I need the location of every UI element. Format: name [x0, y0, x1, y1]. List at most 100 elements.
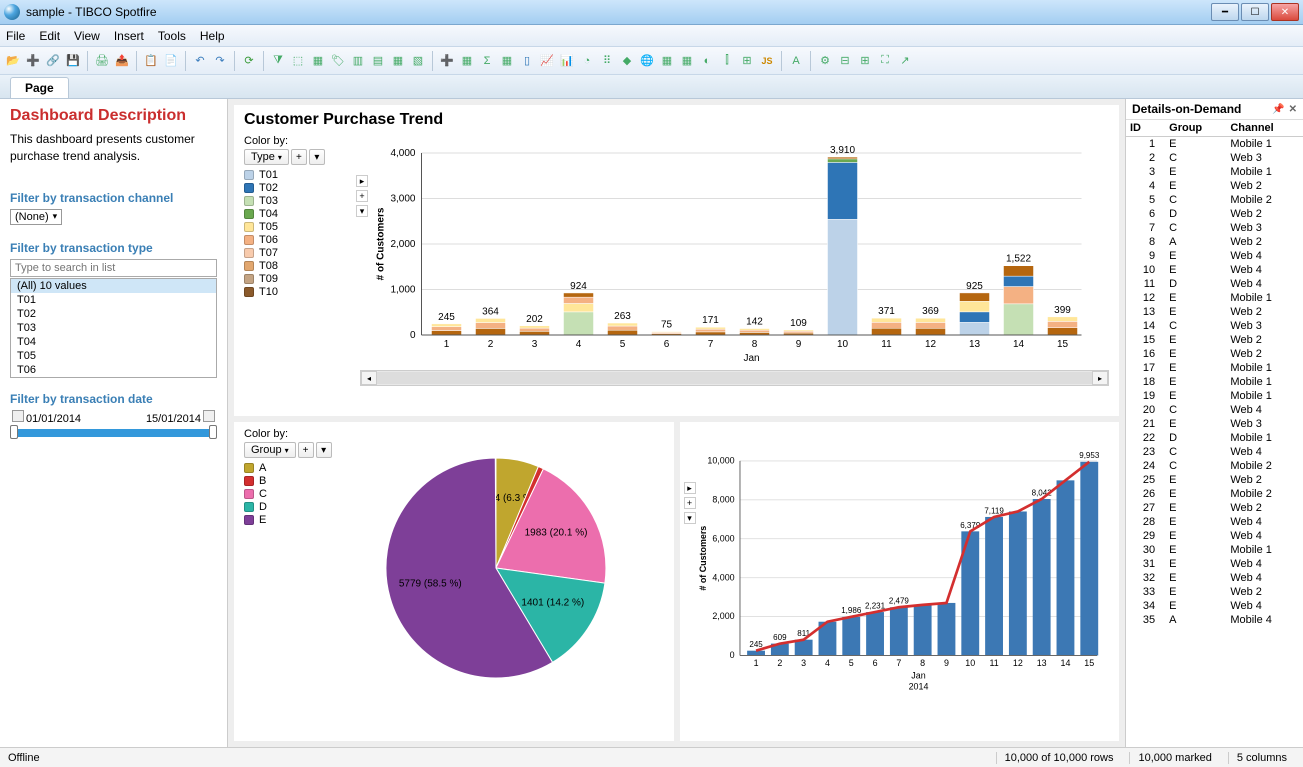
split-h-icon[interactable]: ⊟: [836, 52, 854, 70]
heatmap-icon[interactable]: ▦: [678, 52, 696, 70]
table-row[interactable]: 32EWeb 4: [1126, 571, 1303, 585]
filter-channel-dropdown[interactable]: (None): [10, 209, 62, 225]
table-icon[interactable]: ▦: [458, 52, 476, 70]
maximize-button[interactable]: ☐: [1241, 3, 1269, 21]
chart-more-button[interactable]: ▾: [684, 512, 696, 524]
table-row[interactable]: 10EWeb 4: [1126, 263, 1303, 277]
colorby-add-button[interactable]: +: [298, 442, 314, 458]
maximize-vis-icon[interactable]: ⛶: [876, 52, 894, 70]
crosstable-icon[interactable]: ▦: [498, 52, 516, 70]
col-channel[interactable]: Channel: [1226, 120, 1303, 137]
legend-item[interactable]: T05: [244, 221, 354, 233]
filter-type-search[interactable]: [10, 259, 217, 277]
highlight-icon[interactable]: ▦: [309, 52, 327, 70]
legend-item[interactable]: T06: [244, 234, 354, 246]
table-row[interactable]: 27EWeb 2: [1126, 501, 1303, 515]
3d-icon[interactable]: ◆: [618, 52, 636, 70]
menu-insert[interactable]: Insert: [114, 29, 144, 43]
colorby-more-button[interactable]: ▾: [316, 442, 332, 458]
table-row[interactable]: 16EWeb 2: [1126, 347, 1303, 361]
layout2-icon[interactable]: ▦: [389, 52, 407, 70]
legend-item[interactable]: T03: [244, 195, 354, 207]
close-button[interactable]: ✕: [1271, 3, 1299, 21]
tab-page[interactable]: Page: [10, 77, 69, 98]
menu-tools[interactable]: Tools: [158, 29, 186, 43]
menu-file[interactable]: File: [6, 29, 25, 43]
pin-icon[interactable]: 📌: [1272, 104, 1284, 115]
date-slider[interactable]: [10, 429, 217, 437]
refresh-icon[interactable]: ⟳: [240, 52, 258, 70]
table-row[interactable]: 14CWeb 3: [1126, 319, 1303, 333]
settings-icon[interactable]: ⚙: [816, 52, 834, 70]
newvis-icon[interactable]: ➕: [438, 52, 456, 70]
list-item[interactable]: T06: [11, 363, 216, 377]
tag-icon[interactable]: 🏷: [329, 52, 347, 70]
table-row[interactable]: 26EMobile 2: [1126, 487, 1303, 501]
popout-icon[interactable]: ↗: [896, 52, 914, 70]
sum-icon[interactable]: Σ: [478, 52, 496, 70]
list-item[interactable]: T04: [11, 335, 216, 349]
table-row[interactable]: 33EWeb 2: [1126, 585, 1303, 599]
legend-item[interactable]: A: [244, 462, 332, 474]
text-icon[interactable]: A: [787, 52, 805, 70]
list-item[interactable]: T02: [11, 307, 216, 321]
piechart-icon[interactable]: ◔: [578, 52, 596, 70]
table-row[interactable]: 15EWeb 2: [1126, 333, 1303, 347]
table-row[interactable]: 2CWeb 3: [1126, 151, 1303, 165]
link-icon[interactable]: 🔗: [44, 52, 62, 70]
filter-type-listbox[interactable]: (All) 10 values T01 T02 T03 T04 T05 T06: [10, 278, 217, 378]
legend-item[interactable]: E: [244, 514, 332, 526]
filter-icon[interactable]: ⧩: [269, 52, 287, 70]
boxplot-icon[interactable]: ⊞: [738, 52, 756, 70]
colorby-type-button[interactable]: Type: [244, 149, 289, 165]
menu-edit[interactable]: Edit: [39, 29, 60, 43]
colorby-more-button[interactable]: ▾: [309, 149, 325, 165]
table-row[interactable]: 8AWeb 2: [1126, 235, 1303, 249]
layout3-icon[interactable]: ▧: [409, 52, 427, 70]
table-row[interactable]: 19EMobile 1: [1126, 389, 1303, 403]
copy-icon[interactable]: 📋: [142, 52, 160, 70]
minimize-button[interactable]: ━: [1211, 3, 1239, 21]
list-item[interactable]: (All) 10 values: [11, 279, 216, 293]
legend-item[interactable]: T04: [244, 208, 354, 220]
calendar-icon[interactable]: [12, 410, 24, 422]
export-icon[interactable]: 📤: [113, 52, 131, 70]
table-row[interactable]: 23CWeb 4: [1126, 445, 1303, 459]
close-icon[interactable]: ✕: [1289, 104, 1297, 115]
table-row[interactable]: 3EMobile 1: [1126, 165, 1303, 179]
table-row[interactable]: 29EWeb 4: [1126, 529, 1303, 543]
paste-icon[interactable]: 📄: [162, 52, 180, 70]
table-row[interactable]: 17EMobile 1: [1126, 361, 1303, 375]
table-row[interactable]: 6DWeb 2: [1126, 207, 1303, 221]
legend-item[interactable]: T01: [244, 169, 354, 181]
legend-item[interactable]: T08: [244, 260, 354, 272]
table-row[interactable]: 7CWeb 3: [1126, 221, 1303, 235]
col-id[interactable]: ID: [1126, 120, 1165, 137]
table-row[interactable]: 12EMobile 1: [1126, 291, 1303, 305]
scatter-icon[interactable]: ⠿: [598, 52, 616, 70]
split-v-icon[interactable]: ⊞: [856, 52, 874, 70]
add-icon[interactable]: ➕: [24, 52, 42, 70]
list-item[interactable]: T03: [11, 321, 216, 335]
chart-add-button[interactable]: +: [356, 190, 368, 202]
col-group[interactable]: Group: [1165, 120, 1226, 137]
chart-nav-button[interactable]: ▸: [684, 482, 696, 494]
barchart-icon[interactable]: ▯: [518, 52, 536, 70]
table-row[interactable]: 24CMobile 2: [1126, 459, 1303, 473]
legend-item[interactable]: D: [244, 501, 332, 513]
save-icon[interactable]: 💾: [64, 52, 82, 70]
table-row[interactable]: 9EWeb 4: [1126, 249, 1303, 263]
col-icon[interactable]: ▥: [349, 52, 367, 70]
table-row[interactable]: 18EMobile 1: [1126, 375, 1303, 389]
kpi-icon[interactable]: ◐: [698, 52, 716, 70]
menu-view[interactable]: View: [74, 29, 100, 43]
treemap-icon[interactable]: ▦: [658, 52, 676, 70]
table-row[interactable]: 34EWeb 4: [1126, 599, 1303, 613]
layout1-icon[interactable]: ▤: [369, 52, 387, 70]
redo-icon[interactable]: ↷: [211, 52, 229, 70]
legend-item[interactable]: T09: [244, 273, 354, 285]
table-row[interactable]: 20CWeb 4: [1126, 403, 1303, 417]
linechart-icon[interactable]: 📈: [538, 52, 556, 70]
table-row[interactable]: 35AMobile 4: [1126, 613, 1303, 627]
legend-item[interactable]: B: [244, 475, 332, 487]
